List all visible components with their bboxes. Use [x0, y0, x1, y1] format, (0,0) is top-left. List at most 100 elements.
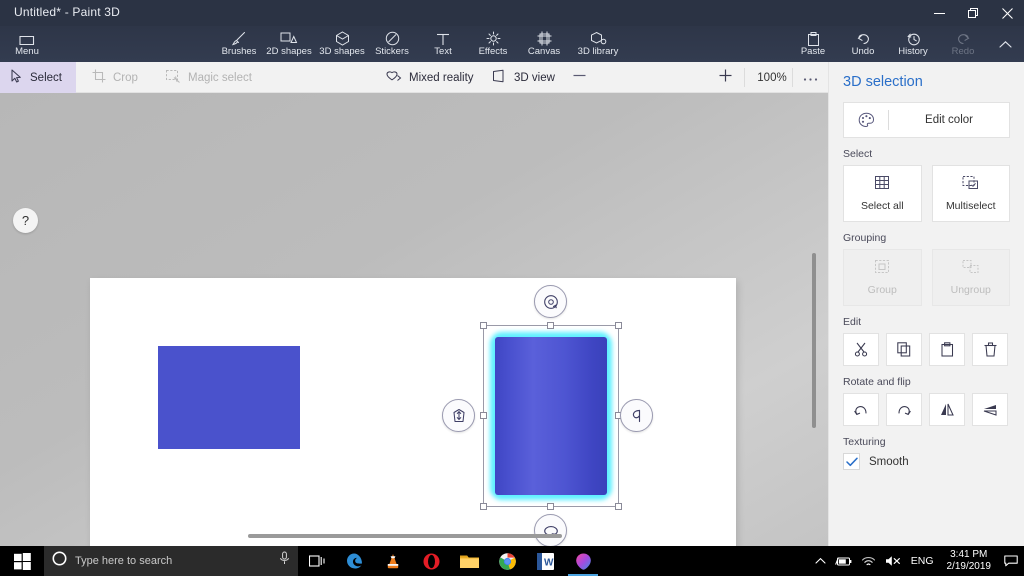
edit-section-label: Edit — [843, 316, 1010, 328]
taskbar-app-word[interactable]: W — [526, 546, 564, 576]
tool-magic-select-label: Magic select — [188, 72, 252, 84]
checkmark-icon — [846, 457, 858, 467]
restore-button[interactable] — [956, 0, 990, 26]
rotate-depth-gizmo[interactable] — [534, 514, 567, 546]
notification-icon[interactable] — [1004, 555, 1018, 567]
close-button[interactable] — [990, 0, 1024, 26]
taskbar-app-edge[interactable] — [336, 546, 374, 576]
ribbon-tab-canvas-label: Canvas — [528, 47, 560, 57]
ribbon-tab-3d-shapes[interactable]: 3D shapes — [317, 26, 367, 62]
canvas-shape-rectangle[interactable] — [158, 346, 300, 449]
ribbon-tab-text[interactable]: Text — [418, 26, 468, 62]
taskbar-app-vlc[interactable] — [374, 546, 412, 576]
ribbon-undo-label: Undo — [852, 47, 875, 57]
ribbon-paste-button[interactable]: Paste — [788, 26, 838, 62]
taskbar-app-chrome[interactable] — [488, 546, 526, 576]
resize-handle-bottom-center[interactable] — [547, 503, 554, 510]
start-button[interactable] — [0, 546, 44, 576]
tool-select-label: Select — [30, 72, 62, 84]
ribbon-tab-3d-library[interactable]: 3D library — [570, 26, 626, 62]
horizontal-scrollbar[interactable] — [248, 534, 562, 538]
cut-button[interactable] — [843, 333, 879, 366]
clock[interactable]: 3:41 PM 2/19/2019 — [943, 549, 996, 573]
vertical-scrollbar[interactable] — [812, 253, 816, 428]
select-all-icon — [874, 175, 890, 195]
workspace-area[interactable]: ? — [0, 93, 828, 546]
zoom-in-button[interactable] — [712, 62, 738, 93]
more-options-button[interactable] — [796, 62, 824, 93]
search-input[interactable]: Type here to search — [75, 555, 271, 567]
drawing-canvas[interactable] — [90, 278, 736, 546]
language-indicator[interactable]: ENG — [911, 555, 934, 567]
ribbon-menu-label: Menu — [15, 47, 39, 57]
multiselect-button[interactable]: Multiselect — [932, 165, 1011, 222]
ribbon-history-button[interactable]: History — [888, 26, 938, 62]
zoom-out-button[interactable] — [566, 62, 592, 93]
flip-horizontal-icon — [939, 402, 955, 417]
battery-icon[interactable] — [835, 556, 852, 567]
panel-title: 3D selection — [843, 74, 1010, 90]
delete-button[interactable] — [972, 333, 1008, 366]
ribbon-tab-2d-shapes[interactable]: 2D shapes — [264, 26, 314, 62]
show-hidden-icons-button[interactable] — [815, 557, 826, 565]
paste-button[interactable] — [929, 333, 965, 366]
group-label: Group — [868, 284, 897, 296]
smooth-checkbox-row[interactable]: Smooth — [843, 453, 1010, 470]
rotate-pitch-gizmo[interactable] — [442, 399, 475, 432]
resize-handle-bottom-left[interactable] — [480, 503, 487, 510]
taskbar-app-opera[interactable] — [412, 546, 450, 576]
resize-handle-middle-left[interactable] — [480, 412, 487, 419]
rotate-yaw-gizmo[interactable] — [620, 399, 653, 432]
paint3d-icon — [574, 552, 593, 571]
canvas-icon — [537, 31, 552, 46]
tool-crop-label: Crop — [113, 72, 138, 84]
resize-handle-bottom-right[interactable] — [615, 503, 622, 510]
ribbon-paste-label: Paste — [801, 47, 825, 57]
flip-horizontal-button[interactable] — [929, 393, 965, 426]
tool-mixed-reality[interactable]: Mixed reality — [376, 62, 476, 93]
edit-section — [843, 333, 1010, 366]
ribbon-tab-2d-shapes-label: 2D shapes — [266, 47, 311, 57]
ribbon-tab-canvas[interactable]: Canvas — [519, 26, 569, 62]
minimize-button[interactable] — [922, 0, 956, 26]
select-all-button[interactable]: Select all — [843, 165, 922, 222]
resize-handle-top-left[interactable] — [480, 322, 487, 329]
ribbon-collapse-button[interactable] — [992, 34, 1018, 56]
ribbon-tab-effects[interactable]: Effects — [468, 26, 518, 62]
rotate-left-button[interactable] — [843, 393, 879, 426]
copy-icon — [897, 342, 911, 357]
smooth-checkbox[interactable] — [843, 453, 860, 470]
rotate-right-button[interactable] — [886, 393, 922, 426]
svg-text:W: W — [544, 557, 554, 568]
smooth-label: Smooth — [869, 456, 909, 468]
speaker-muted-icon[interactable] — [885, 555, 902, 567]
microphone-icon[interactable] — [279, 551, 290, 571]
select-all-label: Select all — [861, 200, 904, 212]
task-view-button[interactable] — [298, 546, 336, 576]
copy-button[interactable] — [886, 333, 922, 366]
group-button: Group — [843, 249, 922, 306]
resize-handle-top-right[interactable] — [615, 322, 622, 329]
undo-icon — [856, 31, 871, 46]
help-button[interactable]: ? — [13, 208, 38, 233]
ribbon-menu-button[interactable]: Menu — [2, 26, 52, 62]
edit-color-button[interactable]: Edit color — [843, 102, 1010, 138]
tool-3d-view[interactable]: 3D view — [482, 62, 560, 93]
taskbar-app-file-explorer[interactable] — [450, 546, 488, 576]
tool-select[interactable]: Select — [0, 62, 76, 93]
search-box[interactable]: Type here to search — [44, 546, 298, 576]
rotate-flip-section-label: Rotate and flip — [843, 376, 1010, 388]
toolbar-divider-2 — [792, 68, 793, 87]
wifi-icon[interactable] — [861, 556, 876, 567]
flip-vertical-icon — [982, 402, 998, 417]
ribbon-undo-button[interactable]: Undo — [838, 26, 888, 62]
resize-handle-top-center[interactable] — [547, 322, 554, 329]
ungroup-icon — [962, 259, 979, 279]
ribbon-tab-brushes[interactable]: Brushes — [214, 26, 264, 62]
ribbon-tab-stickers[interactable]: Stickers — [367, 26, 417, 62]
rotate-roll-gizmo[interactable] — [534, 285, 567, 318]
system-tray: ENG 3:41 PM 2/19/2019 — [815, 549, 1024, 573]
taskbar-app-paint3d[interactable] — [564, 546, 602, 576]
flip-vertical-button[interactable] — [972, 393, 1008, 426]
trash-icon — [984, 342, 997, 357]
